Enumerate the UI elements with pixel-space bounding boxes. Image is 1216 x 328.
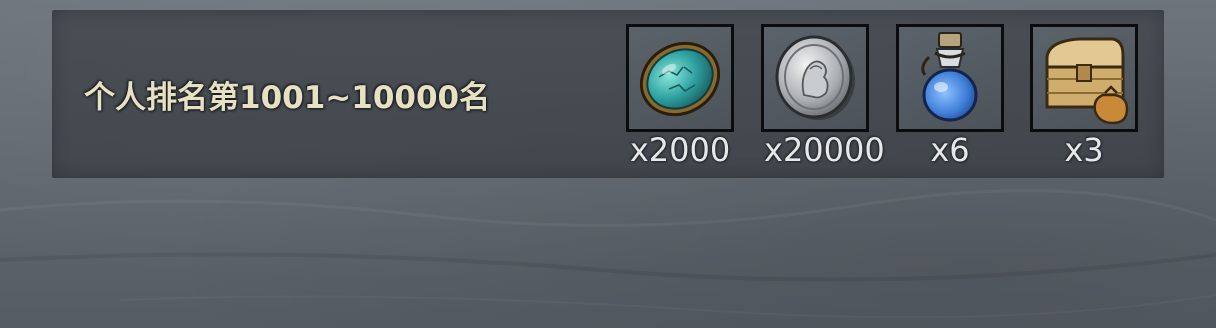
reward-quantity: x6 bbox=[930, 131, 970, 169]
reward-slot[interactable] bbox=[761, 24, 869, 132]
reward-item[interactable]: x6 bbox=[896, 24, 1049, 184]
reward-item[interactable]: x20000 bbox=[761, 24, 914, 184]
blue-potion-icon bbox=[921, 32, 978, 122]
rank-reward-row: 个人排名第1001~10000名 x2000 x20000 x6 x3 bbox=[52, 10, 1164, 178]
reward-item[interactable]: x2000 bbox=[626, 24, 779, 184]
treasure-chest-icon bbox=[1045, 37, 1129, 125]
reward-slot[interactable] bbox=[1030, 24, 1138, 132]
turquoise-gem-icon bbox=[639, 41, 721, 117]
silver-coin-icon bbox=[775, 35, 855, 120]
reward-slot[interactable] bbox=[896, 24, 1004, 132]
reward-item[interactable]: x3 bbox=[1030, 24, 1183, 184]
reward-quantity: x20000 bbox=[764, 131, 885, 169]
rank-range-title: 个人排名第1001~10000名 bbox=[84, 80, 491, 116]
reward-quantity: x2000 bbox=[629, 131, 731, 169]
reward-slot[interactable] bbox=[626, 24, 734, 132]
reward-quantity: x3 bbox=[1064, 131, 1104, 169]
